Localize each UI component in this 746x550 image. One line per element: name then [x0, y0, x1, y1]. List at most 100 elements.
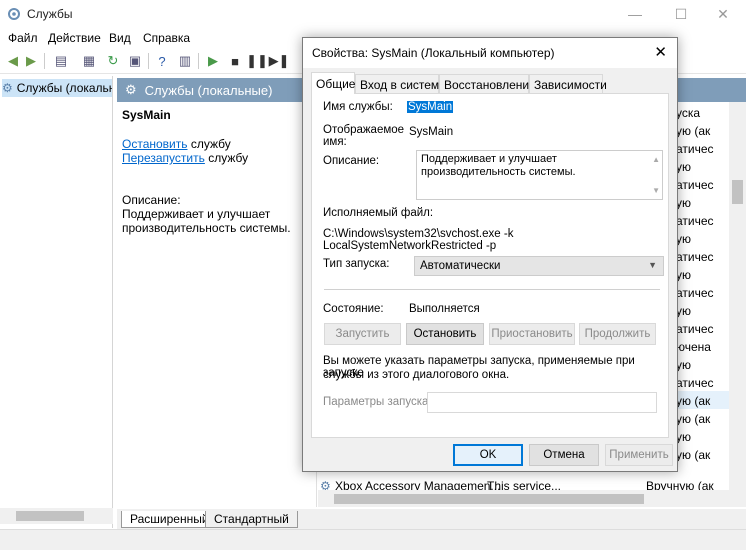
help-icon[interactable]: ?	[153, 52, 171, 70]
status-cell: атичес	[676, 250, 714, 264]
display-name-label-1: Отображаемое	[323, 124, 405, 136]
tab-recovery[interactable]: Восстановление	[439, 74, 536, 94]
status-cell: ую	[676, 196, 691, 210]
tab-logon[interactable]: Вход в систему	[355, 74, 445, 94]
description-pane: SysMain Остановить службу Перезапустить …	[117, 102, 317, 507]
pause-button[interactable]: Приостановить	[489, 323, 575, 345]
status-cell: атичес	[676, 286, 714, 300]
tab-standard[interactable]: Стандартный	[205, 511, 298, 528]
menu-view[interactable]: Вид	[109, 31, 131, 45]
minimize-icon: —	[628, 6, 642, 22]
back-arrow-icon[interactable]: ◀	[4, 52, 22, 70]
start-service-icon[interactable]: ▶	[204, 52, 222, 70]
menu-help[interactable]: Справка	[143, 31, 190, 45]
params-label: Параметры запуска:	[323, 396, 432, 408]
service-name-label: Имя службы:	[323, 101, 393, 113]
main-titlebar: Службы — ☐ ✕	[0, 0, 746, 28]
status-cell: атичес	[676, 376, 714, 390]
status-cell: ую (ак	[676, 412, 711, 426]
menu-action[interactable]: Действие	[48, 31, 101, 45]
description-field[interactable]: Поддерживает и улучшает производительнос…	[416, 150, 663, 200]
restart-service-icon[interactable]: ▶❚	[269, 52, 290, 70]
export-list-icon[interactable]: ▣	[126, 52, 144, 70]
status-bar	[0, 529, 746, 550]
description-text-1: Поддерживает и улучшает	[122, 207, 271, 221]
cancel-button[interactable]: Отмена	[529, 444, 599, 466]
chevron-down-icon: ▼	[648, 260, 657, 270]
dialog-title: Свойства: SysMain (Локальный компьютер)	[312, 46, 555, 60]
service-name-value[interactable]: SysMain	[407, 101, 454, 113]
services-gear-icon	[7, 7, 21, 21]
tree-pane: ⚙ Службы (локальн	[0, 76, 113, 528]
status-cell: атичес	[676, 214, 714, 228]
status-cell: атичес	[676, 178, 714, 192]
tree-item-services-local[interactable]: ⚙ Службы (локальн	[2, 79, 112, 97]
restart-service-line: Перезапустить службу	[122, 151, 249, 165]
close-button[interactable]: ✕	[700, 0, 746, 28]
properties-icon[interactable]: ▦	[80, 52, 98, 70]
view-tabs: Расширенный Стандартный	[117, 509, 746, 529]
status-cell: ую	[676, 304, 691, 318]
restart-service-link[interactable]: Перезапустить	[122, 151, 205, 165]
scroll-up-icon[interactable]: ▲	[652, 153, 660, 166]
maximize-button[interactable]: ☐	[658, 0, 704, 28]
tree-horizontal-scrollbar[interactable]	[0, 508, 113, 524]
dialog-titlebar: Свойства: SysMain (Локальный компьютер) …	[303, 38, 677, 68]
menu-file[interactable]: Файл	[8, 31, 38, 45]
status-cell: ую	[676, 232, 691, 246]
list-vertical-scrollbar[interactable]	[729, 102, 746, 507]
startup-type-label: Тип запуска:	[323, 258, 390, 270]
display-name-value[interactable]: SysMain	[409, 126, 453, 138]
close-icon: ✕	[717, 5, 729, 22]
description-field-label: Описание:	[323, 155, 380, 167]
stop-service-link[interactable]: Остановить	[122, 137, 188, 151]
status-cell: ую	[676, 268, 691, 282]
status-cell: атичес	[676, 142, 714, 156]
status-cell: атичес	[676, 322, 714, 336]
tab-extended[interactable]: Расширенный	[121, 511, 218, 528]
scroll-down-icon[interactable]: ▼	[652, 184, 660, 197]
general-tab-panel: Имя службы: SysMain Отображаемое имя: Sy…	[311, 93, 669, 438]
start-params-input[interactable]	[427, 392, 657, 413]
list-horizontal-scrollbar[interactable]	[318, 490, 729, 507]
display-name-label-2: имя:	[323, 136, 347, 148]
resume-button[interactable]: Продолжить	[579, 323, 656, 345]
refresh-icon[interactable]: ↻	[104, 52, 122, 70]
status-cell: ую (ак	[676, 124, 711, 138]
stop-button[interactable]: Остановить	[406, 323, 484, 345]
content-header-title: Службы (локальные)	[144, 82, 273, 98]
stop-service-icon[interactable]: ■	[226, 52, 244, 70]
start-button[interactable]: Запустить	[324, 323, 401, 345]
ok-button[interactable]: OK	[453, 444, 523, 466]
divider	[324, 289, 660, 290]
apply-button[interactable]: Применить	[605, 444, 673, 466]
status-cell: ую	[676, 430, 691, 444]
description-text-2: производительность системы.	[122, 221, 291, 235]
status-cell: уска	[676, 106, 701, 120]
startup-type-select[interactable]: Автоматически ▼	[414, 256, 664, 276]
exe-path-value[interactable]: C:\Windows\system32\svchost.exe -k Local…	[323, 228, 668, 252]
status-cell: ую	[676, 160, 691, 174]
forward-arrow-icon[interactable]: ▶	[22, 52, 40, 70]
pause-service-icon[interactable]: ❚❚	[246, 52, 268, 70]
dialog-close-icon[interactable]: ✕	[654, 43, 667, 61]
services-gear-icon: ⚙	[125, 82, 137, 97]
exe-label: Исполняемый файл:	[323, 207, 434, 219]
tab-general[interactable]: Общие	[311, 72, 355, 94]
services-gear-icon: ⚙	[2, 81, 13, 95]
tree-item-label: Службы (локальн	[16, 81, 112, 95]
status-cell: ую	[676, 358, 691, 372]
minimize-button[interactable]: —	[612, 0, 658, 28]
selected-service-name: SysMain	[122, 108, 171, 122]
show-tree-icon[interactable]: ▤	[52, 52, 70, 70]
properties-dialog: Свойства: SysMain (Локальный компьютер) …	[302, 37, 678, 472]
status-cell: ую (ак	[676, 394, 711, 408]
status-value: Выполняется	[409, 303, 480, 315]
status-cell: ую (ак	[676, 448, 711, 462]
view-icon[interactable]: ▥	[176, 52, 194, 70]
maximize-icon: ☐	[674, 5, 688, 22]
tab-dependencies[interactable]: Зависимости	[529, 74, 607, 94]
description-label: Описание:	[122, 193, 181, 207]
status-label: Состояние:	[323, 303, 384, 315]
window-title: Службы	[27, 7, 73, 21]
